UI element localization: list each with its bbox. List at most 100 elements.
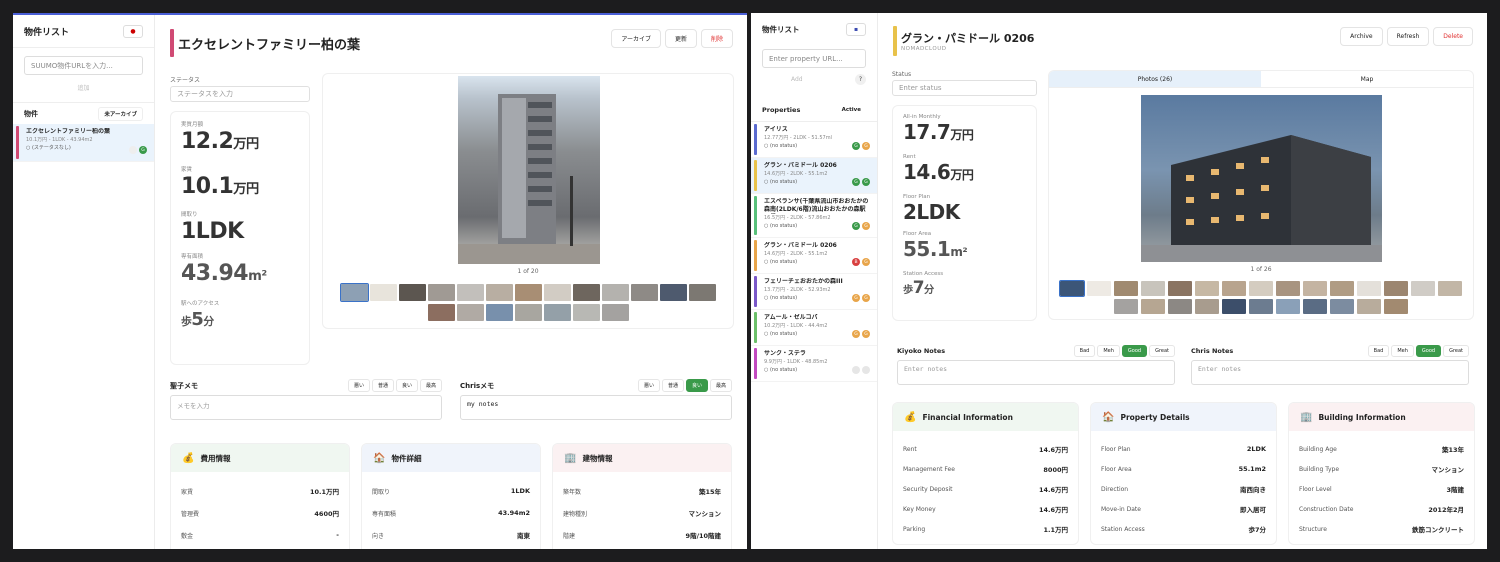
thumbnail[interactable]: [1330, 299, 1354, 314]
list-item[interactable]: エクセレントファミリー柏の葉 10.1万円 - 1LDK - 43.94m2 ○…: [13, 124, 154, 162]
main-photo[interactable]: [1141, 95, 1382, 262]
note-textarea[interactable]: メモを入力: [170, 395, 442, 420]
thumbnail[interactable]: [1303, 281, 1327, 296]
list-item[interactable]: フェリーチェおおたかの森III 13.7万円 - 2LDK - 52.93m2 ○ …: [751, 274, 877, 310]
thumbnail[interactable]: [369, 284, 397, 301]
note-textarea[interactable]: my notes: [460, 395, 732, 420]
thumbnail[interactable]: [339, 283, 369, 302]
rate-bad-button[interactable]: 悪い: [637, 379, 660, 392]
rate-great-button[interactable]: 最高: [709, 379, 732, 392]
help-button[interactable]: ?: [855, 74, 866, 85]
thumbnail[interactable]: [601, 304, 629, 321]
thumbnail[interactable]: [543, 284, 571, 301]
delete-button[interactable]: Delete: [1433, 27, 1473, 46]
thumbnail[interactable]: [543, 304, 571, 321]
status-input[interactable]: Enter status: [892, 80, 1037, 96]
thumbnail[interactable]: [1168, 281, 1192, 296]
rate-meh-button[interactable]: 普通: [371, 379, 394, 392]
thumbnail[interactable]: [1330, 281, 1354, 296]
filter-button[interactable]: Active: [837, 105, 866, 115]
thumbnail[interactable]: [659, 284, 687, 301]
thumbnail[interactable]: [514, 284, 542, 301]
thumbnail[interactable]: [1276, 281, 1300, 296]
list-item[interactable]: グラン・パミドール 0206 14.6万円 - 2LDK - 55.1m2 ○ (n…: [751, 158, 877, 194]
url-input[interactable]: SUUMO物件URLを入力...: [24, 56, 143, 75]
list-item[interactable]: エスペランサ(千葉県流山市おおたかの森南(2LDK/6階)流山おおたかの森駅の賃…: [751, 194, 877, 238]
thumbnail[interactable]: [1276, 299, 1300, 314]
thumbnail[interactable]: [688, 284, 716, 301]
delete-button[interactable]: 削除: [700, 29, 733, 48]
thumbnail[interactable]: [427, 304, 455, 321]
rate-meh-button[interactable]: 普通: [661, 379, 684, 392]
thumbnail[interactable]: [1087, 281, 1111, 296]
thumbnail[interactable]: [398, 284, 426, 301]
add-button[interactable]: 追加: [13, 83, 154, 92]
archive-button[interactable]: アーカイブ: [611, 29, 661, 48]
thumbnail[interactable]: [601, 284, 629, 301]
thumbnail[interactable]: [572, 284, 600, 301]
thumbnail[interactable]: [1168, 299, 1192, 314]
thumbnail[interactable]: [1141, 299, 1165, 314]
rate-bad-button[interactable]: Bad: [1073, 344, 1096, 357]
thumbnail[interactable]: [1384, 299, 1408, 314]
rate-meh-button[interactable]: Meh: [1097, 344, 1120, 357]
building-card: 🏢 建物情報 築年数 築15年 建物種別 マンション 階建 9階/10階建: [552, 443, 732, 549]
thumbnail[interactable]: [630, 284, 658, 301]
tab-photos[interactable]: Photos (26): [1049, 71, 1261, 87]
url-input[interactable]: Enter property URL...: [762, 49, 866, 68]
tab-map[interactable]: Map: [1261, 71, 1473, 87]
note-textarea[interactable]: Enter notes: [1191, 360, 1469, 385]
rate-good-button[interactable]: Good: [1415, 344, 1442, 357]
thumbnail[interactable]: [485, 284, 513, 301]
thumbnail[interactable]: [1411, 281, 1435, 296]
list-item[interactable]: アイリス 12.77万円 - 2LDK - 51.57ml ○ (no status…: [751, 122, 877, 158]
thumbnail[interactable]: [1384, 281, 1408, 296]
thumbnail[interactable]: [427, 284, 455, 301]
thumbnail[interactable]: [1357, 299, 1381, 314]
us-flag-icon[interactable]: ▪: [846, 22, 866, 36]
main-photo[interactable]: [458, 76, 600, 264]
thumbnail[interactable]: [1195, 299, 1219, 314]
thumbnail[interactable]: [485, 304, 513, 321]
thumbnail[interactable]: [514, 304, 542, 321]
thumbnail[interactable]: [1222, 299, 1246, 314]
thumbnail[interactable]: [1303, 299, 1327, 314]
thumbnail[interactable]: [1059, 280, 1085, 297]
thumbnail[interactable]: [1438, 281, 1462, 296]
rate-good-button[interactable]: 良い: [685, 379, 708, 392]
thumbnail[interactable]: [456, 284, 484, 301]
rate-meh-button[interactable]: Meh: [1391, 344, 1414, 357]
rate-great-button[interactable]: Great: [1443, 344, 1469, 357]
list-item[interactable]: アムール・ゼルコバ 10.2万円 - 1LDK - 44.4m2 ○ (no sta…: [751, 310, 877, 346]
thumbnail[interactable]: [1114, 281, 1138, 296]
table-row: 専有面積 43.94m2: [362, 502, 540, 524]
rate-bad-button[interactable]: Bad: [1367, 344, 1390, 357]
thumbnail[interactable]: [1222, 281, 1246, 296]
filter-button[interactable]: 未アーカイブ: [98, 106, 143, 121]
refresh-button[interactable]: 更新: [664, 29, 697, 48]
row-label: 管理費: [181, 510, 200, 518]
row-label: Floor Area: [1101, 465, 1132, 473]
thumbnail[interactable]: [1195, 281, 1219, 296]
thumbnail[interactable]: [456, 304, 484, 321]
list-item[interactable]: サンク・ステラ 9.9万円 - 1LDK - 48.85m2 ○ (no statu…: [751, 346, 877, 382]
note-textarea[interactable]: Enter notes: [897, 360, 1175, 385]
rate-bad-button[interactable]: 悪い: [347, 379, 370, 392]
rate-good-button[interactable]: Good: [1121, 344, 1148, 357]
add-button[interactable]: Add: [791, 76, 803, 83]
financial-card: 💰 Financial Information Rent 14.6万円 Manage…: [892, 402, 1079, 545]
rate-great-button[interactable]: 最高: [419, 379, 442, 392]
thumbnail[interactable]: [1249, 281, 1273, 296]
archive-button[interactable]: Archive: [1340, 27, 1383, 46]
thumbnail[interactable]: [1114, 299, 1138, 314]
thumbnail[interactable]: [572, 304, 600, 321]
japan-flag-icon[interactable]: ●: [123, 24, 143, 38]
thumbnail[interactable]: [1249, 299, 1273, 314]
rate-good-button[interactable]: 良い: [395, 379, 418, 392]
rate-great-button[interactable]: Great: [1149, 344, 1175, 357]
thumbnail[interactable]: [1141, 281, 1165, 296]
list-item[interactable]: グラン・パミドール 0206 14.6万円 - 2LDK - 55.1m2 ○ (n…: [751, 238, 877, 274]
status-input[interactable]: ステータスを入力: [170, 86, 310, 102]
thumbnail[interactable]: [1357, 281, 1381, 296]
refresh-button[interactable]: Refresh: [1386, 27, 1430, 46]
